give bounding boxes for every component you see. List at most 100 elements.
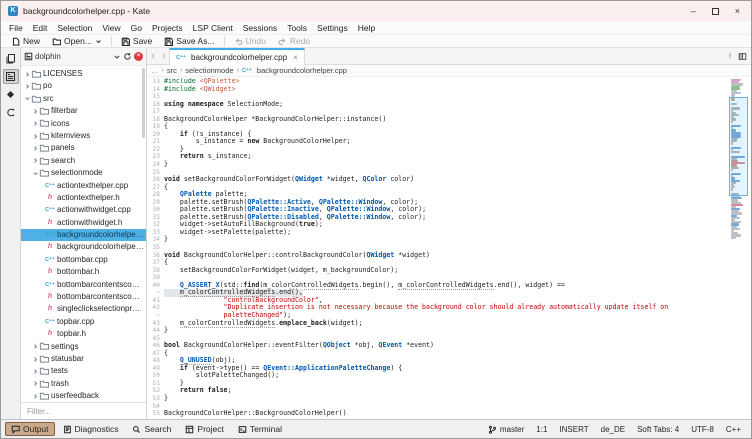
tree-item-actionwithwidget-h[interactable]: hactionwithwidget.h <box>21 217 146 229</box>
expand-icon[interactable] <box>31 368 39 375</box>
syntax-mode-button[interactable]: C++ <box>720 425 747 434</box>
expand-icon[interactable] <box>31 133 39 140</box>
toolbar-button-open[interactable]: Open... <box>46 35 108 47</box>
menu-edit[interactable]: Edit <box>28 23 53 33</box>
tree-item-topbar-h[interactable]: htopbar.h <box>21 328 146 340</box>
insert-mode-button[interactable]: INSERT <box>553 425 594 434</box>
maximize-button[interactable] <box>712 8 719 15</box>
collapse-icon[interactable] <box>31 170 39 177</box>
sidebar-button-documents[interactable] <box>3 51 19 66</box>
tree-item-src[interactable]: src <box>21 93 146 105</box>
tree-item-statusbar[interactable]: statusbar <box>21 353 146 365</box>
tree-item-actiontexthelper-cpp[interactable]: C⁺⁺actiontexthelper.cpp <box>21 180 146 192</box>
tree-item-filterbar[interactable]: filterbar <box>21 105 146 117</box>
menu-view[interactable]: View <box>97 23 125 33</box>
close-project-icon[interactable]: × <box>134 52 143 61</box>
tree-item-bottombarcontentscont[interactable]: hbottombarcontentscont… <box>21 291 146 303</box>
tree-item-backgroundcolorhelper-h[interactable]: hbackgroundcolorhelper.h <box>21 241 146 253</box>
tab-overflow-icon[interactable] <box>726 52 734 61</box>
menu-projects[interactable]: Projects <box>147 23 188 33</box>
code-token: *obj, <box>351 341 379 349</box>
sidebar-button-project-tree[interactable] <box>3 69 19 84</box>
tree-item-bottombar-cpp[interactable]: C⁺⁺bottombar.cpp <box>21 254 146 266</box>
toolview-button-project[interactable]: Project <box>179 422 229 436</box>
toolview-button-output[interactable]: Output <box>5 422 55 436</box>
expand-icon[interactable] <box>31 343 39 350</box>
expand-icon[interactable] <box>31 157 39 164</box>
menu-sessions[interactable]: Sessions <box>238 23 283 33</box>
expand-icon[interactable] <box>23 71 31 78</box>
tree-item-singleclickselectionproxy[interactable]: hsingleclickselectionproxy… <box>21 303 146 315</box>
toolbar-button-undo: Undo <box>228 35 272 47</box>
tree-item-kitemviews[interactable]: kitemviews <box>21 130 146 142</box>
toolview-button-search[interactable]: Search <box>126 422 177 436</box>
menu-lsp-client[interactable]: LSP Client <box>188 23 238 33</box>
line-number: 49 <box>147 365 164 373</box>
tree-item-po[interactable]: po <box>21 80 146 92</box>
menu-settings[interactable]: Settings <box>312 23 353 33</box>
tree-item-topbar-cpp[interactable]: C⁺⁺topbar.cpp <box>21 316 146 328</box>
toolbar-button-save[interactable]: Save <box>115 35 158 47</box>
tree-item-userfeedback[interactable]: userfeedback <box>21 390 146 402</box>
line-number: 36 <box>147 252 164 260</box>
breadcrumb-item-selectionmode[interactable]: selectionmode <box>185 66 233 75</box>
split-view-icon[interactable] <box>738 51 747 60</box>
titlebar[interactable]: K backgroundcolorhelper.cpp - Kate – × <box>1 1 751 21</box>
tree-item-licenses[interactable]: LICENSES <box>21 68 146 80</box>
expand-icon[interactable] <box>31 108 39 115</box>
menu-file[interactable]: File <box>4 23 28 33</box>
tab-backgroundcolorhelper[interactable]: C⁺⁺ backgroundcolorhelper.cpp × <box>169 48 305 65</box>
expand-icon[interactable] <box>31 380 39 387</box>
expand-icon[interactable] <box>31 120 39 127</box>
encoding-button[interactable]: UTF-8 <box>685 425 720 434</box>
tree-item-tests[interactable]: tests <box>21 365 146 377</box>
cursor-position[interactable]: 1:1 <box>530 425 553 434</box>
expand-icon[interactable] <box>23 83 31 90</box>
menu-go[interactable]: Go <box>126 23 147 33</box>
tab-close-icon[interactable]: × <box>293 53 298 62</box>
breadcrumb-item-src[interactable]: src <box>167 66 177 75</box>
toolview-button-terminal[interactable]: Terminal <box>232 422 288 436</box>
toolbar-button-new[interactable]: New <box>5 35 46 47</box>
tree-item-panels[interactable]: panels <box>21 142 146 154</box>
line-number: 53 <box>147 395 164 403</box>
toolbar-button-save-as[interactable]: Save As... <box>158 35 220 47</box>
toolview-button-diagnostics[interactable]: Diagnostics <box>57 422 125 436</box>
menu-help[interactable]: Help <box>353 23 380 33</box>
tree-item-actionwithwidget-cpp[interactable]: C⁺⁺actionwithwidget.cpp <box>21 204 146 216</box>
tree-item-icons[interactable]: icons <box>21 118 146 130</box>
tree-item-bottombarcontentscont[interactable]: C⁺⁺bottombarcontentscont… <box>21 279 146 291</box>
code-editor[interactable]: 13#include <QPalette>14#include <QWidget… <box>147 78 729 419</box>
save-icon <box>121 37 130 46</box>
tree-item-actiontexthelper-h[interactable]: hactiontexthelper.h <box>21 192 146 204</box>
tree-item-search[interactable]: search <box>21 155 146 167</box>
sidebar-button-symbols[interactable] <box>3 105 19 120</box>
dictionary-button[interactable]: de_DE <box>595 425 631 434</box>
tree-scrollbar[interactable] <box>142 68 145 138</box>
tree-item-selectionmode[interactable]: selectionmode <box>21 167 146 179</box>
minimize-button[interactable]: – <box>691 6 696 16</box>
toolbar: NewOpen...SaveSave As...UndoRedo <box>1 35 751 48</box>
tree-item-trash[interactable]: trash <box>21 378 146 390</box>
line-number: 41 <box>147 297 164 305</box>
minimap-viewport[interactable] <box>729 97 748 196</box>
breadcrumb-item-backgroundcolorhelper-cpp[interactable]: backgroundcolorhelper.cpp <box>257 66 347 75</box>
minimap[interactable] <box>731 79 747 239</box>
collapse-icon[interactable] <box>23 95 31 102</box>
sidebar-button-git[interactable] <box>3 87 19 102</box>
tab-settings-button[interactable]: Soft Tabs: 4 <box>631 425 685 434</box>
git-branch-button[interactable]: master <box>482 425 530 434</box>
expand-icon[interactable] <box>31 145 39 152</box>
expand-icon[interactable] <box>31 393 39 400</box>
filter-input[interactable] <box>25 406 142 417</box>
tree-item-settings[interactable]: settings <box>21 341 146 353</box>
menu-selection[interactable]: Selection <box>52 23 97 33</box>
code-line-text: widget->setPalette(palette); <box>164 229 291 237</box>
project-dropdown-icon[interactable] <box>113 52 121 61</box>
expand-icon[interactable] <box>31 356 39 363</box>
refresh-icon[interactable] <box>123 52 132 61</box>
close-button[interactable]: × <box>735 6 740 16</box>
tree-item-backgroundcolorhelper-c[interactable]: C⁺⁺backgroundcolorhelper.c… <box>21 229 146 241</box>
menu-tools[interactable]: Tools <box>282 23 312 33</box>
tree-item-bottombar-h[interactable]: hbottombar.h <box>21 266 146 278</box>
